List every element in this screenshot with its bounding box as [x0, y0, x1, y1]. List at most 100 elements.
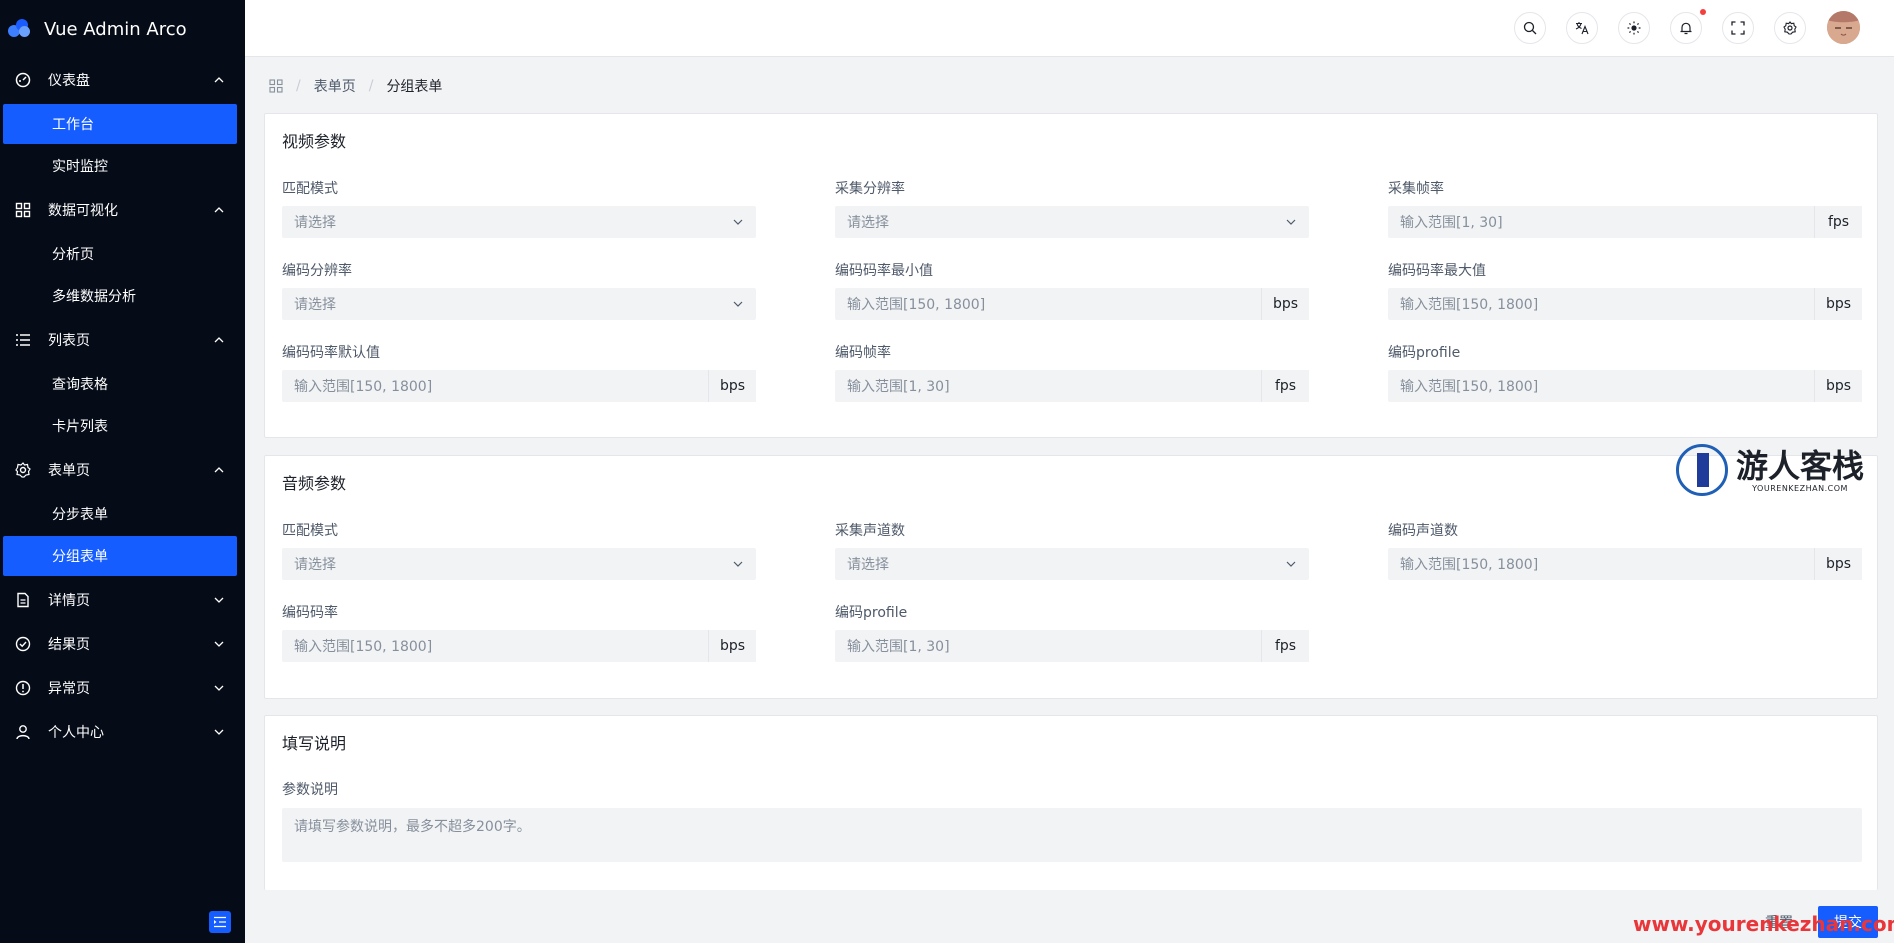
menu-group-label: 表单页: [48, 463, 90, 479]
dashboard-icon: [14, 71, 32, 89]
sidebar-item-monitor[interactable]: 实时监控: [3, 146, 237, 186]
select-placeholder: 请选择: [294, 297, 336, 313]
chevron-down-icon: [214, 685, 224, 691]
audio-encode-bitrate-input[interactable]: 输入范围[150, 1800]: [282, 630, 708, 662]
chevron-down-icon: [214, 729, 224, 735]
chevron-down-icon: [214, 641, 224, 647]
encode-bitrate-max-input[interactable]: 输入范围[150, 1800]: [1388, 288, 1814, 320]
input-suffix: fps: [1261, 370, 1309, 402]
menu-group-result[interactable]: 结果页: [0, 622, 245, 666]
sidebar-item-search-table[interactable]: 查询表格: [3, 364, 237, 404]
fullscreen-button[interactable]: [1722, 12, 1754, 44]
breadcrumb-separator: /: [368, 78, 374, 94]
breadcrumb-current: 分组表单: [386, 79, 443, 95]
encode-bitrate-min-input[interactable]: 输入范围[150, 1800]: [835, 288, 1261, 320]
video-encode-profile-input[interactable]: 输入范围[150, 1800]: [1388, 370, 1814, 402]
select-placeholder: 请选择: [847, 215, 889, 231]
field-label: 编码帧率: [835, 345, 891, 361]
menu-group-dashboard[interactable]: 仪表盘: [0, 58, 245, 102]
avatar[interactable]: [1827, 11, 1860, 44]
breadcrumb-item[interactable]: 表单页: [314, 76, 356, 96]
menu-fold-icon: [214, 916, 226, 928]
field-label: 匹配模式: [282, 181, 338, 197]
menu-group-user[interactable]: 个人中心: [0, 710, 245, 754]
exclamation-circle-icon: [14, 679, 32, 697]
chevron-up-icon: [214, 77, 224, 83]
field-label: 编码码率最小值: [835, 263, 933, 279]
notification-button[interactable]: [1670, 12, 1702, 44]
video-encode-profile-input-group: 输入范围[150, 1800] bps: [1388, 370, 1862, 402]
capture-fps-input-group: 输入范围[1, 30] fps: [1388, 206, 1862, 238]
capture-channels-select[interactable]: 请选择: [835, 548, 1309, 580]
video-match-mode-select[interactable]: 请选择: [282, 206, 756, 238]
menu-group-profile[interactable]: 详情页: [0, 578, 245, 622]
menu-item-label: 分析页: [52, 247, 94, 263]
audio-encode-profile-input[interactable]: 输入范围[1, 30]: [835, 630, 1261, 662]
settings-icon: [14, 461, 32, 479]
capture-resolution-select[interactable]: 请选择: [835, 206, 1309, 238]
theme-toggle-button[interactable]: [1618, 12, 1650, 44]
menu-group-visualization[interactable]: 数据可视化: [0, 188, 245, 232]
input-suffix: bps: [708, 370, 756, 402]
field-label: 采集分辨率: [835, 181, 905, 197]
language-button[interactable]: [1566, 12, 1598, 44]
sidebar-item-card-list[interactable]: 卡片列表: [3, 406, 237, 446]
encode-bitrate-min-input-group: 输入范围[150, 1800] bps: [835, 288, 1309, 320]
field-label: 参数说明: [282, 782, 338, 798]
apps-icon[interactable]: [269, 79, 283, 93]
encode-channels-input-group: 输入范围[150, 1800] bps: [1388, 548, 1862, 580]
field-label: 编码码率最大值: [1388, 263, 1486, 279]
menu-group-label: 数据可视化: [48, 203, 118, 219]
apps-icon: [14, 201, 32, 219]
watermark-emblem-icon: [1676, 444, 1728, 496]
sidebar-item-group-form[interactable]: 分组表单: [3, 536, 237, 576]
param-description-textarea[interactable]: 请填写参数说明，最多不超多200字。: [282, 808, 1862, 862]
avatar-face-icon: [1827, 11, 1860, 44]
watermark-logo: 游人客栈 YOURENKEZHAN.COM: [1676, 444, 1864, 496]
app-logo[interactable]: Vue Admin Arco: [0, 0, 245, 58]
sidebar: Vue Admin Arco 仪表盘 工作台 实时监控 数据可视化 分析页 多维…: [0, 0, 245, 943]
field-label: 编码profile: [1388, 345, 1461, 361]
check-circle-icon: [14, 635, 32, 653]
menu-group-exception[interactable]: 异常页: [0, 666, 245, 710]
chevron-down-icon: [1286, 219, 1296, 225]
settings-button[interactable]: [1774, 12, 1806, 44]
search-button[interactable]: [1514, 12, 1546, 44]
encode-fps-input[interactable]: 输入范围[1, 30]: [835, 370, 1261, 402]
encode-resolution-select[interactable]: 请选择: [282, 288, 756, 320]
encode-bitrate-default-input[interactable]: 输入范围[150, 1800]: [282, 370, 708, 402]
menu-collapse-button[interactable]: [209, 911, 231, 933]
breadcrumb-separator: /: [296, 78, 301, 94]
settings-icon: [1783, 21, 1797, 35]
chevron-up-icon: [214, 207, 224, 213]
menu-item-label: 工作台: [52, 117, 94, 133]
audio-match-mode-select[interactable]: 请选择: [282, 548, 756, 580]
menu-group-list[interactable]: 列表页: [0, 318, 245, 362]
encode-bitrate-default-input-group: 输入范围[150, 1800] bps: [282, 370, 756, 402]
field-label: 采集声道数: [835, 523, 905, 539]
menu-group-label: 仪表盘: [48, 73, 90, 89]
audio-params-card: 音频参数 匹配模式 请选择 采集声道数 请选择 编码声道数 输入范围[150, …: [264, 455, 1878, 699]
encode-channels-input[interactable]: 输入范围[150, 1800]: [1388, 548, 1814, 580]
list-icon: [14, 331, 32, 349]
sidebar-item-analysis[interactable]: 分析页: [3, 234, 237, 274]
audio-encode-bitrate-input-group: 输入范围[150, 1800] bps: [282, 630, 756, 662]
sidebar-item-multi-dimension[interactable]: 多维数据分析: [3, 276, 237, 316]
capture-fps-input[interactable]: 输入范围[1, 30]: [1388, 206, 1814, 238]
menu-group-label: 列表页: [48, 333, 90, 349]
chevron-down-icon: [1286, 561, 1296, 567]
select-placeholder: 请选择: [294, 215, 336, 231]
menu-item-label: 实时监控: [52, 159, 108, 175]
top-navbar: [245, 0, 1894, 57]
field-label: 编码码率: [282, 605, 338, 621]
input-suffix: bps: [1814, 370, 1862, 402]
sidebar-item-step-form[interactable]: 分步表单: [3, 494, 237, 534]
file-icon: [14, 591, 32, 609]
sidebar-item-workplace[interactable]: 工作台: [3, 104, 237, 144]
encode-bitrate-max-input-group: 输入范围[150, 1800] bps: [1388, 288, 1862, 320]
field-label: 编码声道数: [1388, 523, 1458, 539]
menu-group-form[interactable]: 表单页: [0, 448, 245, 492]
watermark-url: www.yourenkezhan.com: [1633, 912, 1894, 936]
menu-group-label: 异常页: [48, 681, 90, 697]
chevron-down-icon: [733, 561, 743, 567]
